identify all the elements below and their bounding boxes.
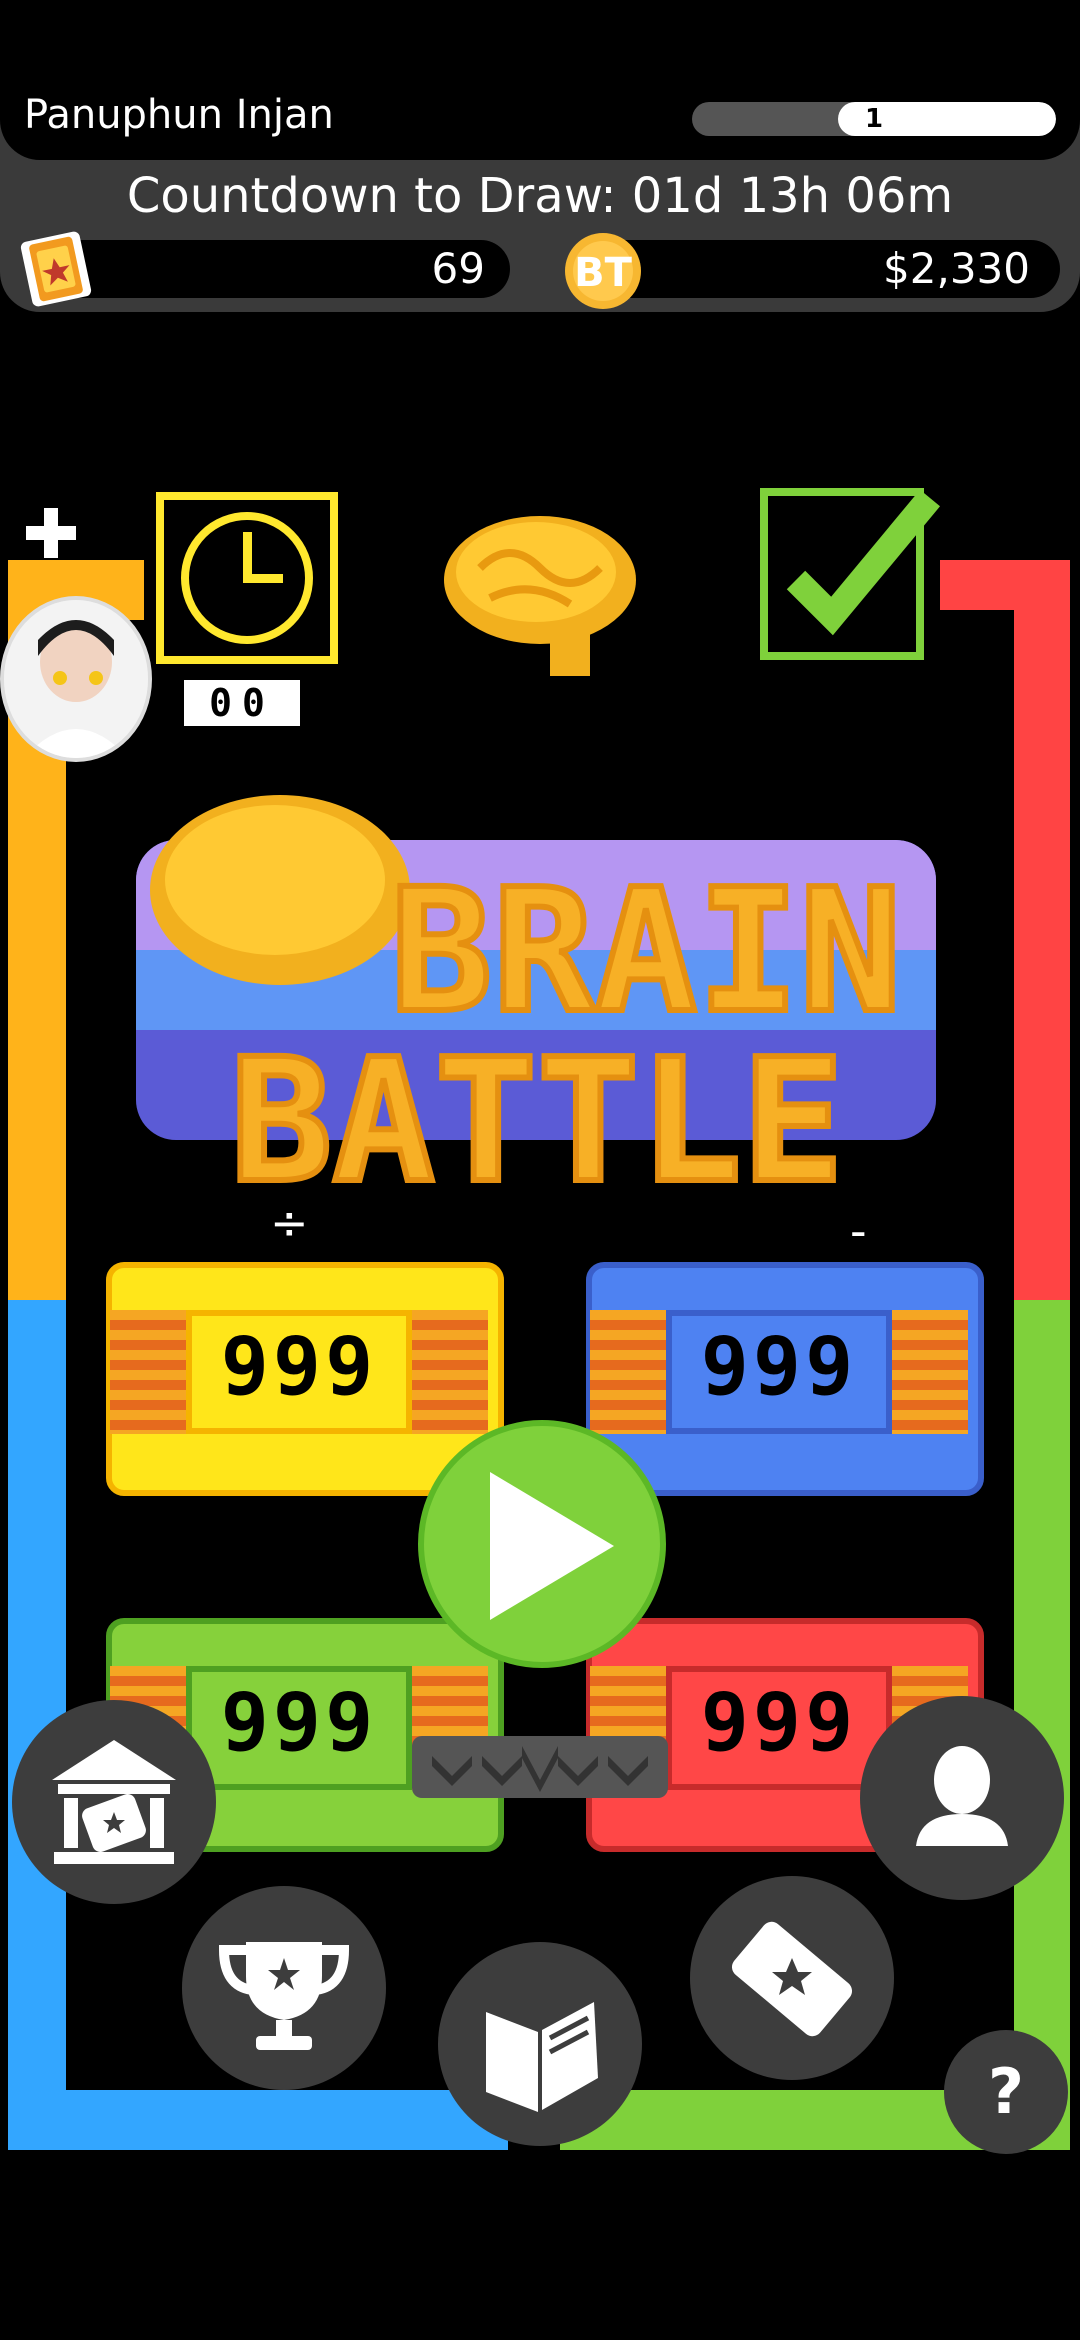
chevrons-icon <box>432 1746 648 1792</box>
player-name: Panuphun Injan <box>24 92 334 138</box>
trophy-icon <box>218 1942 350 2050</box>
plus-icon[interactable] <box>22 504 80 562</box>
ticket-stack-icon <box>20 231 92 307</box>
divide-sign: ÷ <box>270 1196 309 1250</box>
clock-icon <box>156 492 338 664</box>
timer-value: 00 <box>209 681 275 725</box>
person-icon <box>916 1746 1008 1846</box>
bank-button[interactable] <box>12 1700 216 1904</box>
minus-sign: - <box>850 1204 867 1258</box>
museum-ticket-icon <box>52 1740 176 1864</box>
coins-value: $2,330 <box>883 244 1030 293</box>
tickets-value: 69 <box>431 244 485 293</box>
play-icon <box>490 1472 614 1620</box>
trophy-button[interactable] <box>182 1886 386 2090</box>
red-track-right <box>1014 560 1070 1300</box>
green-score: 999 <box>220 1676 378 1769</box>
coin-icon: BT <box>565 233 641 309</box>
profile-button[interactable] <box>860 1696 1064 1900</box>
blue-track-bottom <box>8 2090 508 2150</box>
brain-icon <box>444 516 636 676</box>
book-icon <box>486 2002 598 2112</box>
help-button[interactable]: ? <box>944 2030 1068 2154</box>
logo-line1: BRAIN <box>390 853 902 1051</box>
question-icon: ? <box>988 2055 1024 2128</box>
brain-battle-logo: BRAIN BATTLE <box>136 795 936 1200</box>
draw-countdown: Countdown to Draw: 01d 13h 06m <box>126 168 954 224</box>
level-number: 1 <box>864 104 884 134</box>
play-button[interactable] <box>418 1420 666 1668</box>
ticket-button[interactable] <box>690 1876 894 2080</box>
blue-score: 999 <box>700 1320 858 1413</box>
ticket-icon <box>731 1921 853 2037</box>
logo-line2: BATTLE <box>230 1023 844 1200</box>
yellow-score: 999 <box>220 1320 378 1413</box>
red-score: 999 <box>700 1676 858 1769</box>
checkmark-icon[interactable] <box>760 488 944 660</box>
book-button[interactable] <box>438 1942 642 2146</box>
avatar[interactable] <box>0 596 152 762</box>
rank-strip <box>412 1736 668 1798</box>
svg-text:BT: BT <box>574 250 632 296</box>
